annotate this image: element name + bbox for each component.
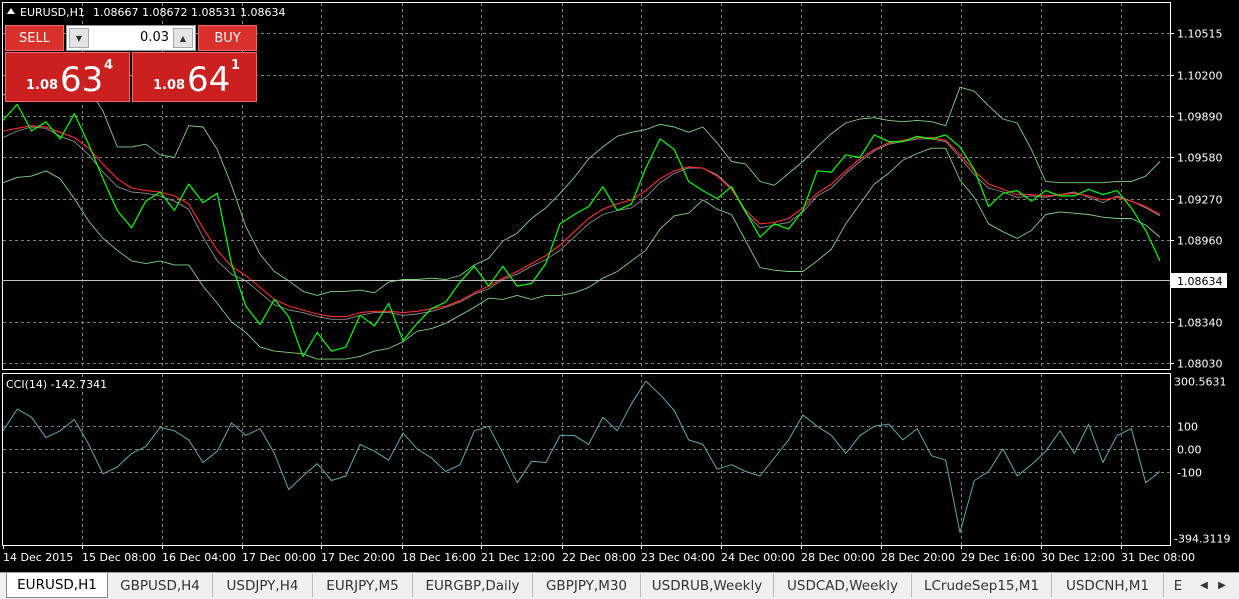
sell-price-fraction: 4 [104,58,114,73]
time-tick-label: 15 Dec 08:00 [82,551,156,564]
time-tick-label: 17 Dec 00:00 [242,551,316,564]
moving-average-line [2,125,1161,318]
chart-tab-bar: EURUSD,H1 GBPUSD,H4 USDJPY,H4 EURJPY,M5 … [0,572,1239,599]
chevron-up-icon[interactable]: ▲ [173,28,193,48]
tab-overflow[interactable]: E [1164,574,1192,597]
price-series [2,85,1161,360]
indicator-pane-frame [2,373,1171,546]
time-tick-label: 31 Dec 08:00 [1121,551,1195,564]
time-tick-label: 21 Dec 12:00 [481,551,555,564]
time-tick-label: 24 Dec 00:00 [721,551,795,564]
indicator-axis: 300.5631 100 0.00 -100 -394.3119 [1174,376,1230,546]
sell-price-button[interactable]: 1.08 63 4 [5,52,130,102]
cci-tick-label: 100 [1177,421,1198,434]
time-tick-label: 23 Dec 04:00 [641,551,715,564]
tab-usdcnh-m1[interactable]: USDCNH,M1 [1052,574,1164,597]
chart-symbol: EURUSD,H1 [20,6,85,19]
upper-band-line [2,85,1161,296]
time-tick-label: 16 Dec 04:00 [162,551,236,564]
time-tick-label: 17 Dec 20:00 [321,551,395,564]
time-tick-label: 22 Dec 08:00 [562,551,636,564]
cci-tick-label: -394.3119 [1174,533,1230,546]
scroll-right-icon[interactable]: ▶ [1213,576,1231,594]
lower-band-line [2,147,1161,360]
tab-eurusd-h1[interactable]: EURUSD,H1 [6,573,108,598]
cci-tick-label: -100 [1177,467,1202,480]
scroll-left-icon[interactable]: ◀ [1195,576,1213,594]
chevron-down-icon[interactable]: ▼ [69,28,89,48]
price-axis: 1.10515 1.10200 1.09890 1.09580 1.09270 1.089… [1170,28,1223,371]
current-price-label: 1.08634 [1177,275,1223,288]
price-tick-label: 1.08340 [1177,317,1223,330]
tab-usdrub-weekly[interactable]: USDRUB,Weekly [641,574,774,597]
time-tick-label: 14 Dec 2015 [3,551,73,564]
buy-price-pips: 64 [187,60,231,100]
time-tick-label: 28 Dec 00:00 [801,551,875,564]
chart-ohlc: 1.08667 1.08672 1.08531 1.08634 [93,6,285,19]
tab-lcrudesep15-m1[interactable]: LCrudeSep15,M1 [912,574,1052,597]
time-tick-label: 28 Dec 20:00 [881,551,955,564]
cci-tick-label: 300.5631 [1174,376,1227,389]
tab-eurjpy-m5[interactable]: EURJPY,M5 [313,574,413,597]
price-tick-label: 1.09890 [1177,111,1223,124]
tab-eurgbp-daily[interactable]: EURGBP,Daily [413,574,533,597]
sell-price-prefix: 1.08 [26,78,59,93]
sell-price-pips: 63 [60,60,104,100]
buy-price-button[interactable]: 1.08 64 1 [132,52,257,102]
price-tick-label: 1.09270 [1177,194,1223,207]
buy-price-prefix: 1.08 [153,78,186,93]
price-tick-label: 1.10200 [1177,70,1223,83]
buy-button[interactable]: BUY [198,25,257,51]
cci-title: CCI(14) -142.7341 [6,378,107,391]
time-tick-label: 29 Dec 16:00 [961,551,1035,564]
lot-size-stepper[interactable]: ▼ 0.03 ▲ [66,25,196,51]
lot-size-input[interactable]: 0.03 [140,30,169,45]
triangle-up-icon[interactable] [7,8,15,14]
price-tick-label: 1.08030 [1177,358,1223,371]
tab-usdcad-weekly[interactable]: USDCAD,Weekly [774,574,912,597]
tab-usdjpy-h4[interactable]: USDJPY,H4 [213,574,313,597]
time-tick-label: 18 Dec 16:00 [402,551,476,564]
sell-button[interactable]: SELL [5,25,64,51]
cci-tick-label: 0.00 [1177,444,1202,457]
cci-line [2,380,1161,533]
price-tick-label: 1.10515 [1177,28,1223,41]
indicator-grid [3,374,1170,545]
cci-series [2,380,1161,533]
buy-price-fraction: 1 [231,58,241,73]
tab-gbpusd-h4[interactable]: GBPUSD,H4 [108,574,213,597]
time-axis: 14 Dec 2015 15 Dec 08:00 16 Dec 04:00 17 De… [3,545,1195,564]
price-tick-label: 1.09580 [1177,152,1223,165]
tab-gbpjpy-m30[interactable]: GBPJPY,M30 [533,574,641,597]
time-tick-label: 30 Dec 12:00 [1041,551,1115,564]
price-tick-label: 1.08960 [1177,235,1223,248]
one-click-trading-panel: SELL ▼ 0.03 ▲ BUY 1.08 63 4 1.08 64 1 [5,25,257,102]
